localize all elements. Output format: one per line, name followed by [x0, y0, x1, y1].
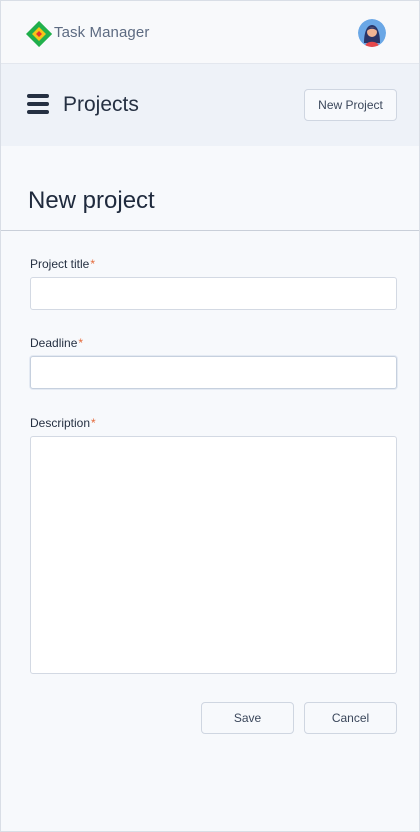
- save-button[interactable]: Save: [201, 702, 294, 734]
- page-title: Projects: [63, 93, 139, 116]
- diamond-logo-icon: [26, 21, 52, 47]
- required-mark: *: [91, 416, 96, 430]
- description-textarea[interactable]: [30, 436, 397, 674]
- required-mark: *: [90, 257, 96, 271]
- deadline-input[interactable]: [30, 356, 397, 389]
- deadline-label-text: Deadline: [30, 336, 78, 350]
- deadline-label: Deadline*: [30, 336, 83, 350]
- cancel-button[interactable]: Cancel: [304, 702, 397, 734]
- page-header: Projects New Project: [1, 64, 419, 146]
- description-label: Description*: [30, 416, 96, 430]
- project-title-label: Project title*: [30, 257, 95, 271]
- form-title: New project: [28, 187, 155, 214]
- user-avatar[interactable]: [358, 19, 386, 47]
- project-title-label-text: Project title: [30, 257, 90, 271]
- description-label-text: Description: [30, 416, 91, 430]
- app-bar: Task Manager: [1, 1, 419, 64]
- project-title-input[interactable]: [30, 277, 397, 310]
- new-project-button[interactable]: New Project: [304, 89, 397, 121]
- app-frame: Task Manager Projects New Project New pr…: [0, 0, 420, 832]
- divider: [1, 230, 419, 231]
- hamburger-menu-icon[interactable]: [27, 94, 49, 114]
- app-title: Task Manager: [54, 24, 150, 41]
- required-mark: *: [78, 336, 84, 350]
- avatar-icon: [358, 19, 386, 47]
